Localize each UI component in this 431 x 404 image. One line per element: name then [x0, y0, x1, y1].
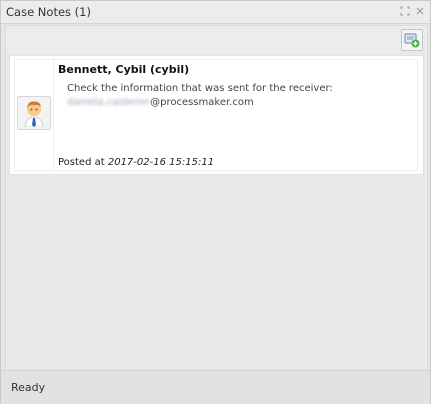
add-note-button[interactable] [401, 29, 423, 51]
restore-icon[interactable] [400, 6, 410, 16]
notes-toolbar [5, 25, 428, 52]
note-posted: Posted at 2017-02-16 15:15:11 [58, 157, 214, 168]
add-note-icon [404, 33, 420, 48]
status-bar: Ready [1, 370, 430, 404]
note-email-user: daniela.calderon [67, 97, 151, 108]
window-title: Case Notes (1) [6, 5, 91, 19]
close-icon[interactable] [415, 6, 425, 16]
note-item: Bennett, Cybil (cybil) Check the informa… [9, 55, 424, 175]
note-body: Bennett, Cybil (cybil) Check the informa… [14, 59, 418, 171]
note-author: Bennett, Cybil (cybil) [58, 63, 190, 76]
note-text-prefix: Check the information that was sent for … [67, 83, 333, 94]
user-avatar-icon [24, 101, 44, 127]
posted-date: 2017-02-16 15:15:11 [107, 157, 215, 168]
window-titlebar[interactable]: Case Notes (1) [1, 1, 430, 24]
status-text: Ready [11, 381, 46, 394]
avatar [17, 96, 51, 130]
avatar-column [15, 60, 54, 170]
posted-label: Posted at [58, 157, 105, 168]
note-email-domain: @processmaker.com [150, 97, 254, 108]
case-notes-window: Case Notes (1) Bennett, Cybil (cybil) Ch… [0, 0, 431, 404]
notes-list: Bennett, Cybil (cybil) Check the informa… [5, 52, 428, 371]
note-text: Check the information that was sent for … [67, 82, 407, 110]
